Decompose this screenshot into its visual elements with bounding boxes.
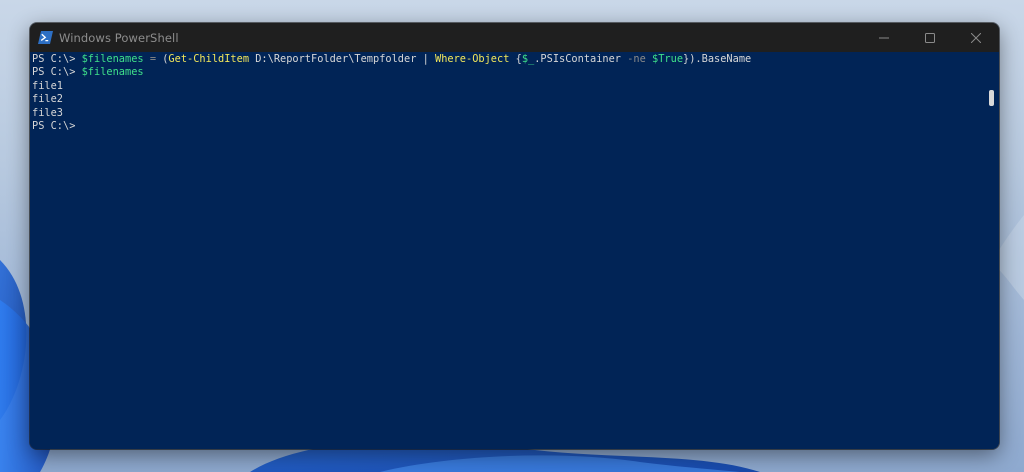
scrollbar-thumb[interactable] (989, 90, 994, 106)
window-controls (861, 23, 999, 52)
console-token: }).BaseName (683, 53, 752, 65)
console-token: $_ (521, 53, 535, 65)
console-token: PS C:\> (32, 53, 82, 65)
close-icon (971, 32, 981, 43)
console-token: ( (156, 53, 169, 65)
console-token: $filenames (81, 66, 144, 79)
console-line: file1 (32, 80, 985, 93)
console-token: file2 (32, 93, 63, 106)
console-line: PS C:\> $filenames = (Get-ChildItem D:\R… (32, 53, 985, 66)
console-token: PS C:\> (32, 119, 76, 132)
console-token: -ne (627, 53, 646, 65)
console-token: { (509, 53, 522, 65)
console-token: PS C:\> (32, 66, 82, 79)
title-bar[interactable]: Windows PowerShell (30, 23, 999, 52)
maximize-button[interactable] (907, 23, 953, 52)
console-token: file3 (32, 106, 63, 119)
console-token: .PSIsContainer (534, 53, 628, 65)
console-token: Get-ChildItem (168, 53, 250, 65)
minimize-button[interactable] (861, 23, 907, 52)
powershell-icon (37, 30, 53, 46)
console-line: PS C:\> (32, 120, 985, 133)
console-line: file3 (32, 107, 985, 120)
maximize-icon (925, 32, 935, 43)
minimize-icon (879, 37, 889, 38)
console-line: file2 (32, 93, 985, 106)
window-title: Windows PowerShell (59, 30, 179, 45)
console-token: D:\ReportFolder\Tempfolder | (249, 53, 435, 65)
console-token: $filenames (81, 53, 144, 65)
close-button[interactable] (953, 23, 999, 52)
console-line: PS C:\> $filenames (32, 66, 985, 79)
console-token: file1 (32, 79, 63, 92)
console-token: Where-Object (435, 53, 510, 65)
console-token: $True (652, 53, 684, 65)
console-output[interactable]: PS C:\> $filenames = (Get-ChildItem D:\R… (30, 52, 985, 449)
powershell-window: Windows PowerShell PS C:\> $filenames = … (30, 23, 999, 449)
vertical-scrollbar[interactable] (985, 52, 999, 449)
